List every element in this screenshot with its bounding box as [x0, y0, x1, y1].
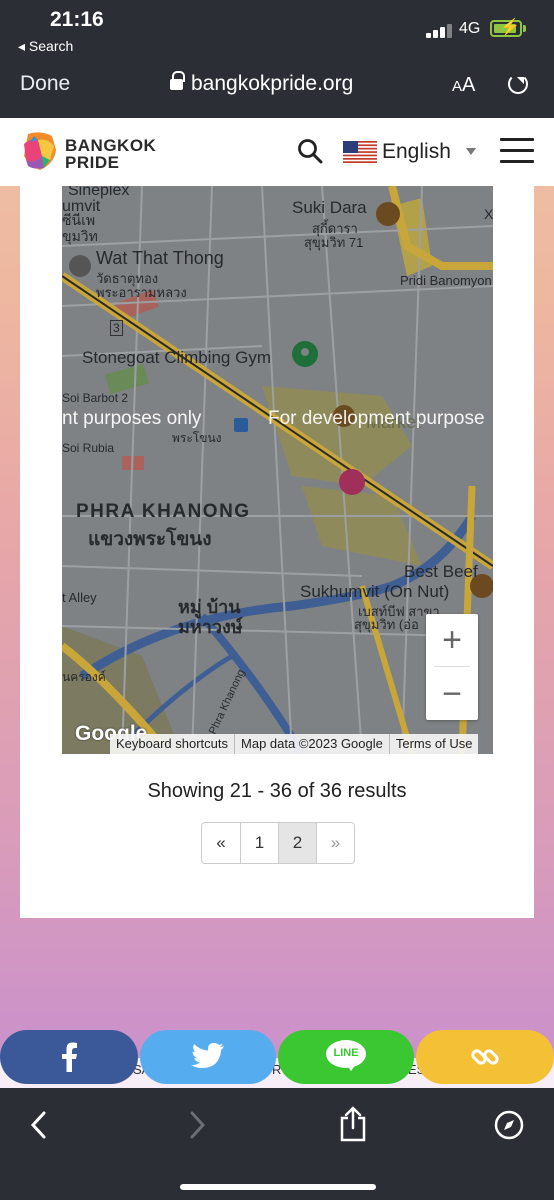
line-icon-text: LINE	[333, 1047, 359, 1059]
map-attribution-bar: Keyboard shortcuts Map data ©2023 Google…	[110, 734, 479, 754]
logo-text[interactable]: BANGKOK PRIDE	[65, 137, 156, 171]
pagination-next: »	[316, 823, 354, 863]
language-selector[interactable]: English	[382, 140, 451, 164]
map-data-label: Map data ©2023 Google	[234, 734, 389, 754]
map-label: มหาวงษ์	[178, 617, 243, 637]
map-label[interactable]: Best Beef	[404, 562, 478, 582]
signal-icon	[426, 22, 456, 38]
zoom-out-button[interactable]: −	[426, 668, 478, 720]
twitter-share-button[interactable]	[140, 1030, 276, 1084]
logo-line-2: PRIDE	[65, 153, 120, 172]
home-indicator	[180, 1184, 376, 1190]
map-label: Soi Barbot 2	[62, 391, 129, 405]
reload-icon[interactable]	[508, 74, 528, 94]
dev-watermark-right: For development purpose	[268, 408, 485, 429]
forward-arrow-icon	[190, 1111, 206, 1139]
chevron-down-icon[interactable]	[466, 148, 476, 160]
url-text: bangkokpride.org	[191, 72, 354, 95]
share-icon[interactable]	[338, 1106, 368, 1142]
site-header: BANGKOK PRIDE English	[0, 118, 554, 186]
copy-link-share-button[interactable]	[416, 1030, 554, 1084]
line-share-button[interactable]: LINE	[278, 1030, 414, 1084]
bangkok-pride-logo-icon[interactable]	[20, 130, 60, 172]
menu-icon[interactable]	[500, 138, 534, 164]
done-button[interactable]: Done	[20, 72, 70, 96]
lock-icon	[170, 71, 185, 91]
facebook-share-button[interactable]	[0, 1030, 138, 1084]
map-label: พระโขนง	[172, 431, 222, 445]
text-size-button[interactable]: AA	[452, 74, 475, 97]
battery-nub	[523, 25, 526, 32]
status-time: 21:16	[50, 8, 104, 31]
map-label: X	[484, 206, 493, 222]
logo-line-1: BANGKOK	[65, 136, 157, 155]
district-label-thai: แขวงพระโขนง	[88, 529, 212, 550]
map-label: Soi Rubia	[62, 441, 115, 455]
link-icon	[471, 1049, 499, 1065]
pagination-page-2[interactable]: 2	[278, 823, 316, 863]
back-arrow-icon[interactable]	[28, 1110, 48, 1140]
search-icon[interactable]	[297, 138, 323, 164]
back-to-search-link[interactable]: ◂ Search	[18, 38, 73, 55]
browser-top-chrome: 21:16 ◂ Search 4G ⚡ Done bangkokpride.or…	[0, 0, 554, 118]
map-label: Suki Dara	[292, 198, 367, 217]
map-zoom-control: + −	[426, 614, 478, 720]
map-label: t Alley	[62, 590, 97, 605]
facebook-icon	[62, 1042, 77, 1072]
map-label: Wat That Thong	[96, 248, 224, 268]
dev-watermark-left: nt purposes only	[62, 408, 202, 429]
keyboard-shortcuts-link[interactable]: Keyboard shortcuts	[110, 734, 234, 754]
url-bar[interactable]: bangkokpride.org	[170, 71, 354, 96]
district-label: PHRA KHANONG	[76, 501, 251, 522]
map-label[interactable]: Sukhumvit (On Nut)	[300, 582, 449, 602]
map-label: Pridi Banomyon	[400, 273, 492, 288]
map-label[interactable]: Stonegoat Climbing Gym	[82, 348, 271, 368]
zoom-in-button[interactable]: +	[426, 614, 478, 666]
twitter-icon	[191, 1043, 224, 1068]
results-count: Showing 21 - 36 of 36 results	[147, 780, 407, 802]
terms-of-use-link[interactable]: Terms of Use	[388, 734, 479, 754]
map-label: สุขุมวิท (อ่อ	[354, 617, 419, 632]
network-type: 4G	[459, 20, 481, 37]
pagination: « 1 2 »	[201, 822, 355, 864]
pagination-prev[interactable]: «	[202, 823, 240, 863]
charging-icon: ⚡	[500, 19, 520, 36]
map-label: สุขุมวิท 71	[304, 235, 364, 250]
map-label: ขุมวิท	[62, 228, 98, 244]
map-label: นครองค์	[62, 670, 106, 684]
road-number-badge: 3	[110, 320, 123, 336]
map-label: พระอารามหลวง	[96, 285, 187, 300]
pagination-page-1[interactable]: 1	[240, 823, 278, 863]
compass-icon[interactable]	[494, 1110, 524, 1140]
us-flag-icon[interactable]	[343, 141, 377, 163]
line-icon: LINE	[326, 1040, 366, 1074]
zoom-divider	[434, 666, 470, 667]
